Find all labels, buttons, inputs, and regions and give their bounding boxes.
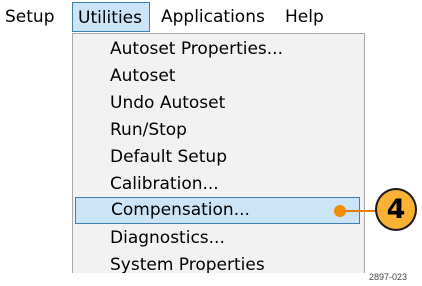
menu-item-diagnostics[interactable]: Diagnostics... xyxy=(73,225,364,252)
callout-step-badge: 4 xyxy=(375,188,417,231)
menu-item-undo-autoset[interactable]: Undo Autoset xyxy=(73,90,364,117)
menu-bar: Setup Utilities Applications Help xyxy=(0,0,340,35)
menu-item-autoset-properties[interactable]: Autoset Properties... xyxy=(73,36,364,63)
menu-item-calibration[interactable]: Calibration... xyxy=(73,171,364,198)
menu-item-compensation[interactable]: Compensation... xyxy=(75,197,360,224)
menu-item-default-setup[interactable]: Default Setup xyxy=(73,144,364,171)
figure-id-label: 2897-023 xyxy=(369,272,408,282)
menu-item-system-properties[interactable]: System Properties xyxy=(73,252,364,273)
callout-dot xyxy=(334,205,346,217)
menu-setup[interactable]: Setup xyxy=(2,2,66,32)
menu-applications[interactable]: Applications xyxy=(158,2,278,32)
utilities-dropdown-menu: Autoset Properties... Autoset Undo Autos… xyxy=(72,33,365,273)
menu-utilities[interactable]: Utilities xyxy=(72,2,150,32)
menu-help[interactable]: Help xyxy=(282,2,332,32)
menu-item-run-stop[interactable]: Run/Stop xyxy=(73,117,364,144)
menu-item-autoset[interactable]: Autoset xyxy=(73,63,364,90)
